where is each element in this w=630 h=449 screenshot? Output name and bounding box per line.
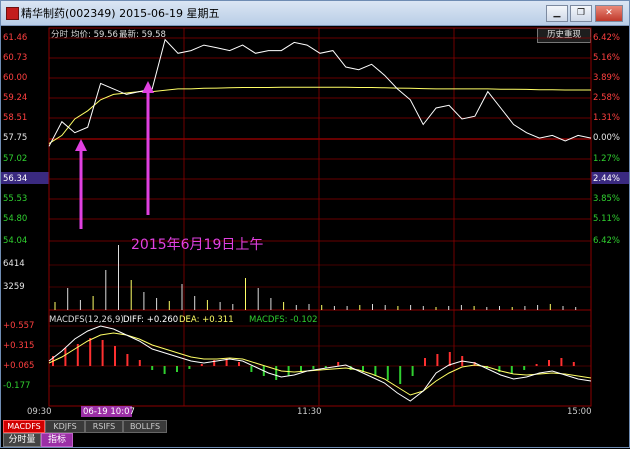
macd-tick-label: -0.177 [3, 381, 31, 391]
intraday-chart[interactable] [1, 1, 630, 449]
pct-tick-label: 5.16% [593, 53, 621, 63]
app-window: 精华制药(002349) 2015-06-19 星期五 ▁ ❐ ✕ 分时 均价:… [0, 0, 630, 448]
time-end-label: 15:00 [567, 407, 592, 417]
dea-value: DEA: +0.311 [179, 315, 234, 325]
price-tick-label: 56.34 [3, 174, 28, 184]
macd-tick-label: +0.315 [3, 341, 35, 351]
diff-value: DIFF: +0.260 [123, 315, 179, 325]
time-mid-label: 11:30 [297, 407, 322, 417]
date-annotation: 2015年6月19日上午 [131, 237, 264, 253]
price-tick-label: 55.53 [3, 194, 28, 204]
price-tick-label: 60.73 [3, 53, 28, 63]
cursor-time-label: 06-19 10:07 [83, 407, 135, 417]
volume-tick-label: 3259 [3, 282, 25, 292]
time-start-label: 09:30 [27, 407, 52, 417]
tab-kdjfs[interactable]: KDJFS [45, 420, 85, 433]
pct-tick-label: 1.27% [593, 154, 621, 164]
pct-tick-label: 3.89% [593, 73, 621, 83]
chart-frame [48, 27, 592, 407]
price-tick-label: 59.24 [3, 93, 28, 103]
price-tick-label: 57.75 [3, 133, 28, 143]
diff-line [48, 325, 592, 402]
annotation-arrow-head [75, 139, 87, 151]
tab-bollfs[interactable]: BOLLFS [123, 420, 167, 433]
price-tick-label: 60.00 [3, 73, 28, 83]
tab-volume[interactable]: 分时量 [3, 433, 41, 447]
macd-tick-label: +0.065 [3, 361, 35, 371]
pct-tick-label: 1.31% [593, 113, 621, 123]
macdfs-value: MACDFS: -0.102 [249, 315, 318, 325]
volume-tick-label: 6414 [3, 259, 25, 269]
average-price-line [48, 86, 591, 145]
pct-tick-label: 2.44% [593, 174, 621, 184]
tab-rsifs[interactable]: RSIFS [85, 420, 123, 433]
price-tick-label: 61.46 [3, 33, 28, 43]
price-tick-label: 58.51 [3, 113, 28, 123]
pct-tick-label: 6.42% [593, 236, 621, 246]
price-tick-label: 57.02 [3, 154, 28, 164]
pct-tick-label: 5.11% [593, 214, 621, 224]
pct-tick-label: 0.00% [593, 133, 621, 143]
pct-tick-label: 6.42% [593, 33, 621, 43]
indicator-name: MACDFS(12,26,9) [49, 315, 124, 325]
tab-indicator[interactable]: 指标 [41, 433, 73, 447]
macd-tick-label: +0.557 [3, 321, 35, 331]
pct-tick-label: 3.85% [593, 194, 621, 204]
price-tick-label: 54.80 [3, 214, 28, 224]
pct-tick-label: 2.58% [593, 93, 621, 103]
price-tick-label: 54.04 [3, 236, 28, 246]
tab-macdfs[interactable]: MACDFS [3, 420, 45, 433]
